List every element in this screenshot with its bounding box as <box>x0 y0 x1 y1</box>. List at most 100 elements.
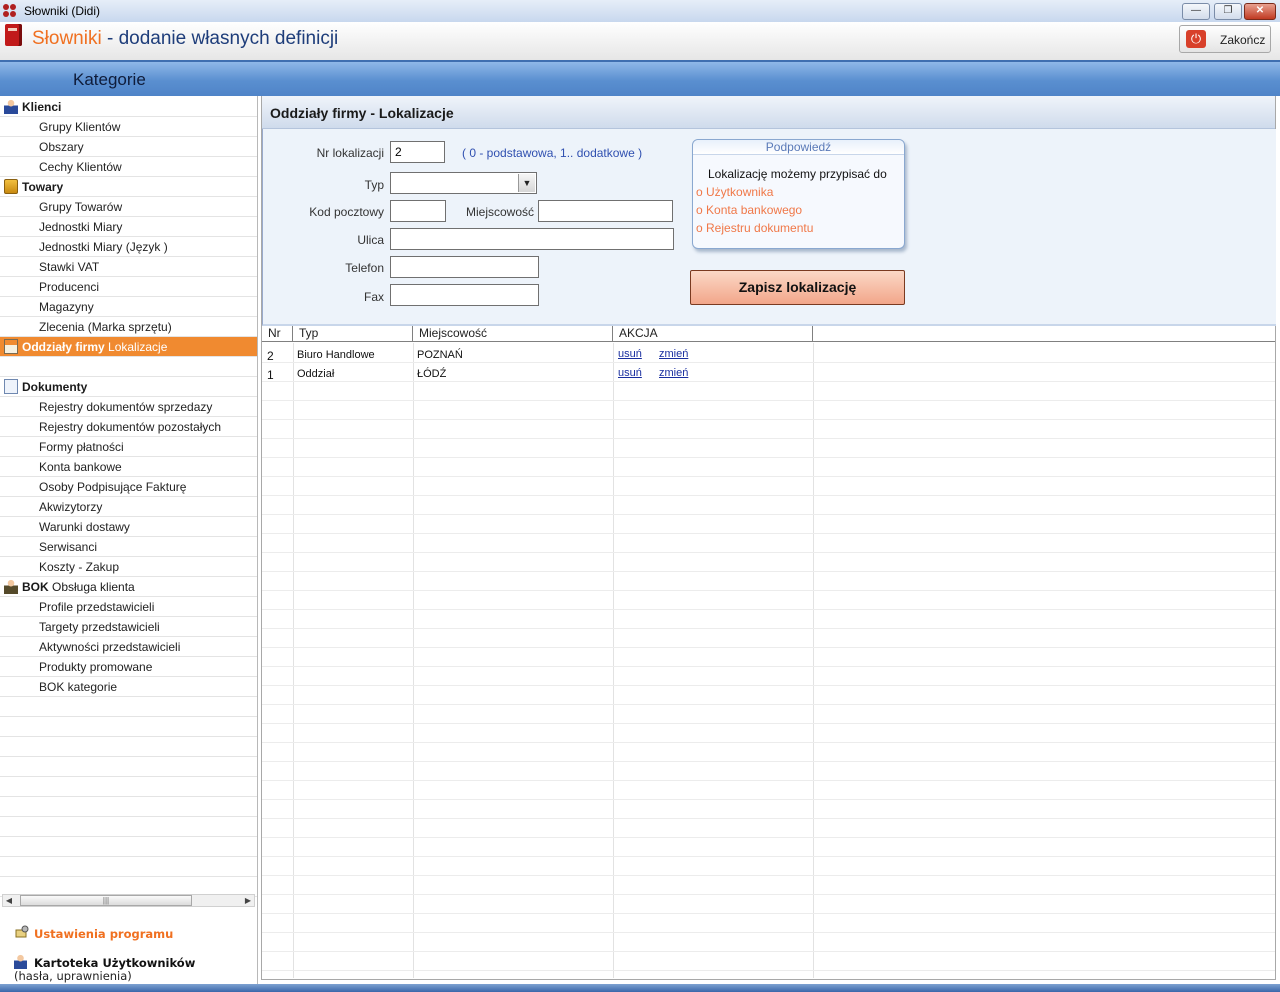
hint-title: Podpowiedź <box>693 140 904 155</box>
sidebar-item[interactable]: Stawki VAT <box>0 257 257 277</box>
sidebar-item[interactable]: Cechy Klientów <box>0 157 257 177</box>
hint-item-label: Użytkownika <box>706 185 774 199</box>
sidebar-item[interactable]: Targety przedstawicieli <box>0 617 257 637</box>
sidebar-group-bok[interactable]: BOK Obsługa klienta <box>0 577 257 597</box>
city-input[interactable] <box>538 200 673 222</box>
sidebar-group-dokumenty[interactable]: Dokumenty <box>0 377 257 397</box>
save-location-button[interactable]: Zapisz lokalizację <box>690 270 905 305</box>
box-icon <box>4 179 18 194</box>
typ-select[interactable]: ▼ <box>390 172 537 194</box>
sidebar-item[interactable]: Serwisanci <box>0 537 257 557</box>
sidebar-group-label-bold: BOK <box>22 580 49 594</box>
postal-code-input[interactable] <box>390 200 446 222</box>
sidebar-item[interactable]: Jednostki Miary <box>0 217 257 237</box>
sidebar-group-towary[interactable]: Towary <box>0 177 257 197</box>
power-icon: ⏻ <box>1186 30 1206 48</box>
scrollbar-thumb[interactable]: ||| <box>20 895 192 906</box>
nr-label: Nr lokalizacji <box>316 146 384 160</box>
sidebar-spacer <box>0 357 257 377</box>
edit-link[interactable]: zmień <box>659 348 688 360</box>
delete-link[interactable]: usuń <box>618 348 642 360</box>
dictionary-book-icon <box>5 24 22 46</box>
column-header-typ[interactable]: Typ <box>293 326 413 342</box>
column-header-miejscowosc[interactable]: Miejscowość <box>413 326 613 342</box>
sidebar-item-label: Serwisanci <box>39 540 98 554</box>
locations-table: Nr Typ Miejscowość AKCJA 2 Biuro Handlow… <box>262 326 1275 978</box>
sidebar-group-label-rest: Obsługa klienta <box>48 580 135 594</box>
restore-button[interactable]: ❐ <box>1214 3 1242 20</box>
sidebar-item-label: Grupy Towarów <box>39 200 123 214</box>
sidebar-item[interactable]: Koszty - Zakup <box>0 557 257 577</box>
sidebar-empty-row <box>0 797 257 817</box>
chevron-down-icon[interactable]: ▼ <box>518 174 535 192</box>
sidebar-empty-row <box>0 737 257 757</box>
location-form: Nr lokalizacji ( 0 - podstawowa, 1.. dod… <box>262 129 1276 326</box>
sidebar-item[interactable]: Obszary <box>0 137 257 157</box>
hint-box: Podpowiedź Lokalizację możemy przypisać … <box>692 139 905 249</box>
sidebar-item[interactable]: Rejestry dokumentów sprzedazy <box>0 397 257 417</box>
sidebar-item[interactable]: Grupy Klientów <box>0 117 257 137</box>
settings-tools-icon <box>14 925 30 939</box>
delete-link[interactable]: usuń <box>618 367 642 379</box>
sidebar-item[interactable]: BOK kategorie <box>0 677 257 697</box>
table-cell-typ: Biuro Handlowe <box>297 349 375 361</box>
sidebar-item[interactable]: Produkty promowane <box>0 657 257 677</box>
sidebar-horizontal-scrollbar[interactable]: ◀ ||| ▶ <box>2 894 255 907</box>
ulica-label: Ulica <box>357 233 384 247</box>
users-registry-link[interactable]: Kartoteka Użytkowników <box>34 956 195 970</box>
sidebar-item[interactable]: Jednostki Miary (Język ) <box>0 237 257 257</box>
sidebar-group-klienci[interactable]: Klienci <box>0 97 257 117</box>
column-header-nr[interactable]: Nr <box>262 326 293 342</box>
sidebar-item[interactable]: Osoby Podpisujące Fakturę <box>0 477 257 497</box>
sidebar-group-label-bold: Oddziały firmy <box>22 340 105 354</box>
sidebar-item-label: Koszty - Zakup <box>39 560 120 574</box>
hint-item-label: Rejestru dokumentu <box>706 221 814 235</box>
sidebar-item-label: Produkty promowane <box>39 660 153 674</box>
sidebar-empty-row <box>0 697 257 717</box>
sidebar-item-label: Osoby Podpisujące Fakturę <box>39 480 187 494</box>
edit-link[interactable]: zmień <box>659 367 688 379</box>
sidebar-item[interactable]: Aktywności przedstawicieli <box>0 637 257 657</box>
street-input[interactable] <box>390 228 674 250</box>
sidebar-item[interactable]: Magazyny <box>0 297 257 317</box>
sidebar-item[interactable]: Grupy Towarów <box>0 197 257 217</box>
settings-link[interactable]: Ustawienia programu <box>34 927 173 941</box>
scroll-left-icon[interactable]: ◀ <box>3 895 15 906</box>
sidebar-item[interactable]: Producenci <box>0 277 257 297</box>
table-cell-miejscowosc: ŁÓDŹ <box>417 368 447 380</box>
window-title: Słowniki (Didi) <box>24 4 101 18</box>
sidebar-item-label: BOK kategorie <box>39 680 118 694</box>
nr-input[interactable] <box>390 141 445 163</box>
sidebar-item[interactable]: Konta bankowe <box>0 457 257 477</box>
close-window-button[interactable]: ✕ <box>1244 3 1276 20</box>
sidebar-item[interactable]: Profile przedstawicieli <box>0 597 257 617</box>
kod-label: Kod pocztowy <box>309 205 384 219</box>
phone-input[interactable] <box>390 256 539 278</box>
column-header-empty <box>813 326 1275 342</box>
typ-label: Typ <box>364 178 384 192</box>
sidebar-item[interactable]: Akwizytorzy <box>0 497 257 517</box>
sidebar-item[interactable]: Zlecenia (Marka sprzętu) <box>0 317 257 337</box>
fax-input[interactable] <box>390 284 539 306</box>
window-title-bar: Słowniki (Didi) — ❐ ✕ <box>0 0 1280 23</box>
app-icon <box>3 4 17 18</box>
users-registry-sub: (hasła, uprawnienia) <box>14 969 132 983</box>
minimize-button[interactable]: — <box>1182 3 1210 20</box>
hint-item: o Rejestru dokumentu <box>696 221 814 235</box>
hint-intro: Lokalizację możemy przypisać do <box>708 167 887 181</box>
sidebar-item[interactable]: Warunki dostawy <box>0 517 257 537</box>
column-header-akcja[interactable]: AKCJA <box>613 326 813 342</box>
sidebar-item[interactable]: Formy płatności <box>0 437 257 457</box>
sidebar-group-label-rest: Lokalizacje <box>104 340 168 354</box>
sidebar-item-label: Magazyny <box>39 300 94 314</box>
sidebar-item-label: Konta bankowe <box>39 460 122 474</box>
sidebar-item-label: Grupy Klientów <box>39 120 121 134</box>
sidebar-item[interactable]: Rejestry dokumentów pozostałych <box>0 417 257 437</box>
table-cell-nr: 1 <box>267 368 274 382</box>
app-header: Słowniki - dodanie własnych definicji ⏻ … <box>0 22 1280 61</box>
miejscowosc-label: Miejscowość <box>465 205 534 219</box>
scroll-right-icon[interactable]: ▶ <box>242 895 254 906</box>
exit-button-label: Zakończ <box>1220 33 1266 47</box>
sidebar-item-oddzialy-lokalizacje[interactable]: Oddziały firmy Lokalizacje <box>0 337 257 357</box>
exit-button[interactable]: ⏻ Zakończ <box>1179 25 1271 53</box>
